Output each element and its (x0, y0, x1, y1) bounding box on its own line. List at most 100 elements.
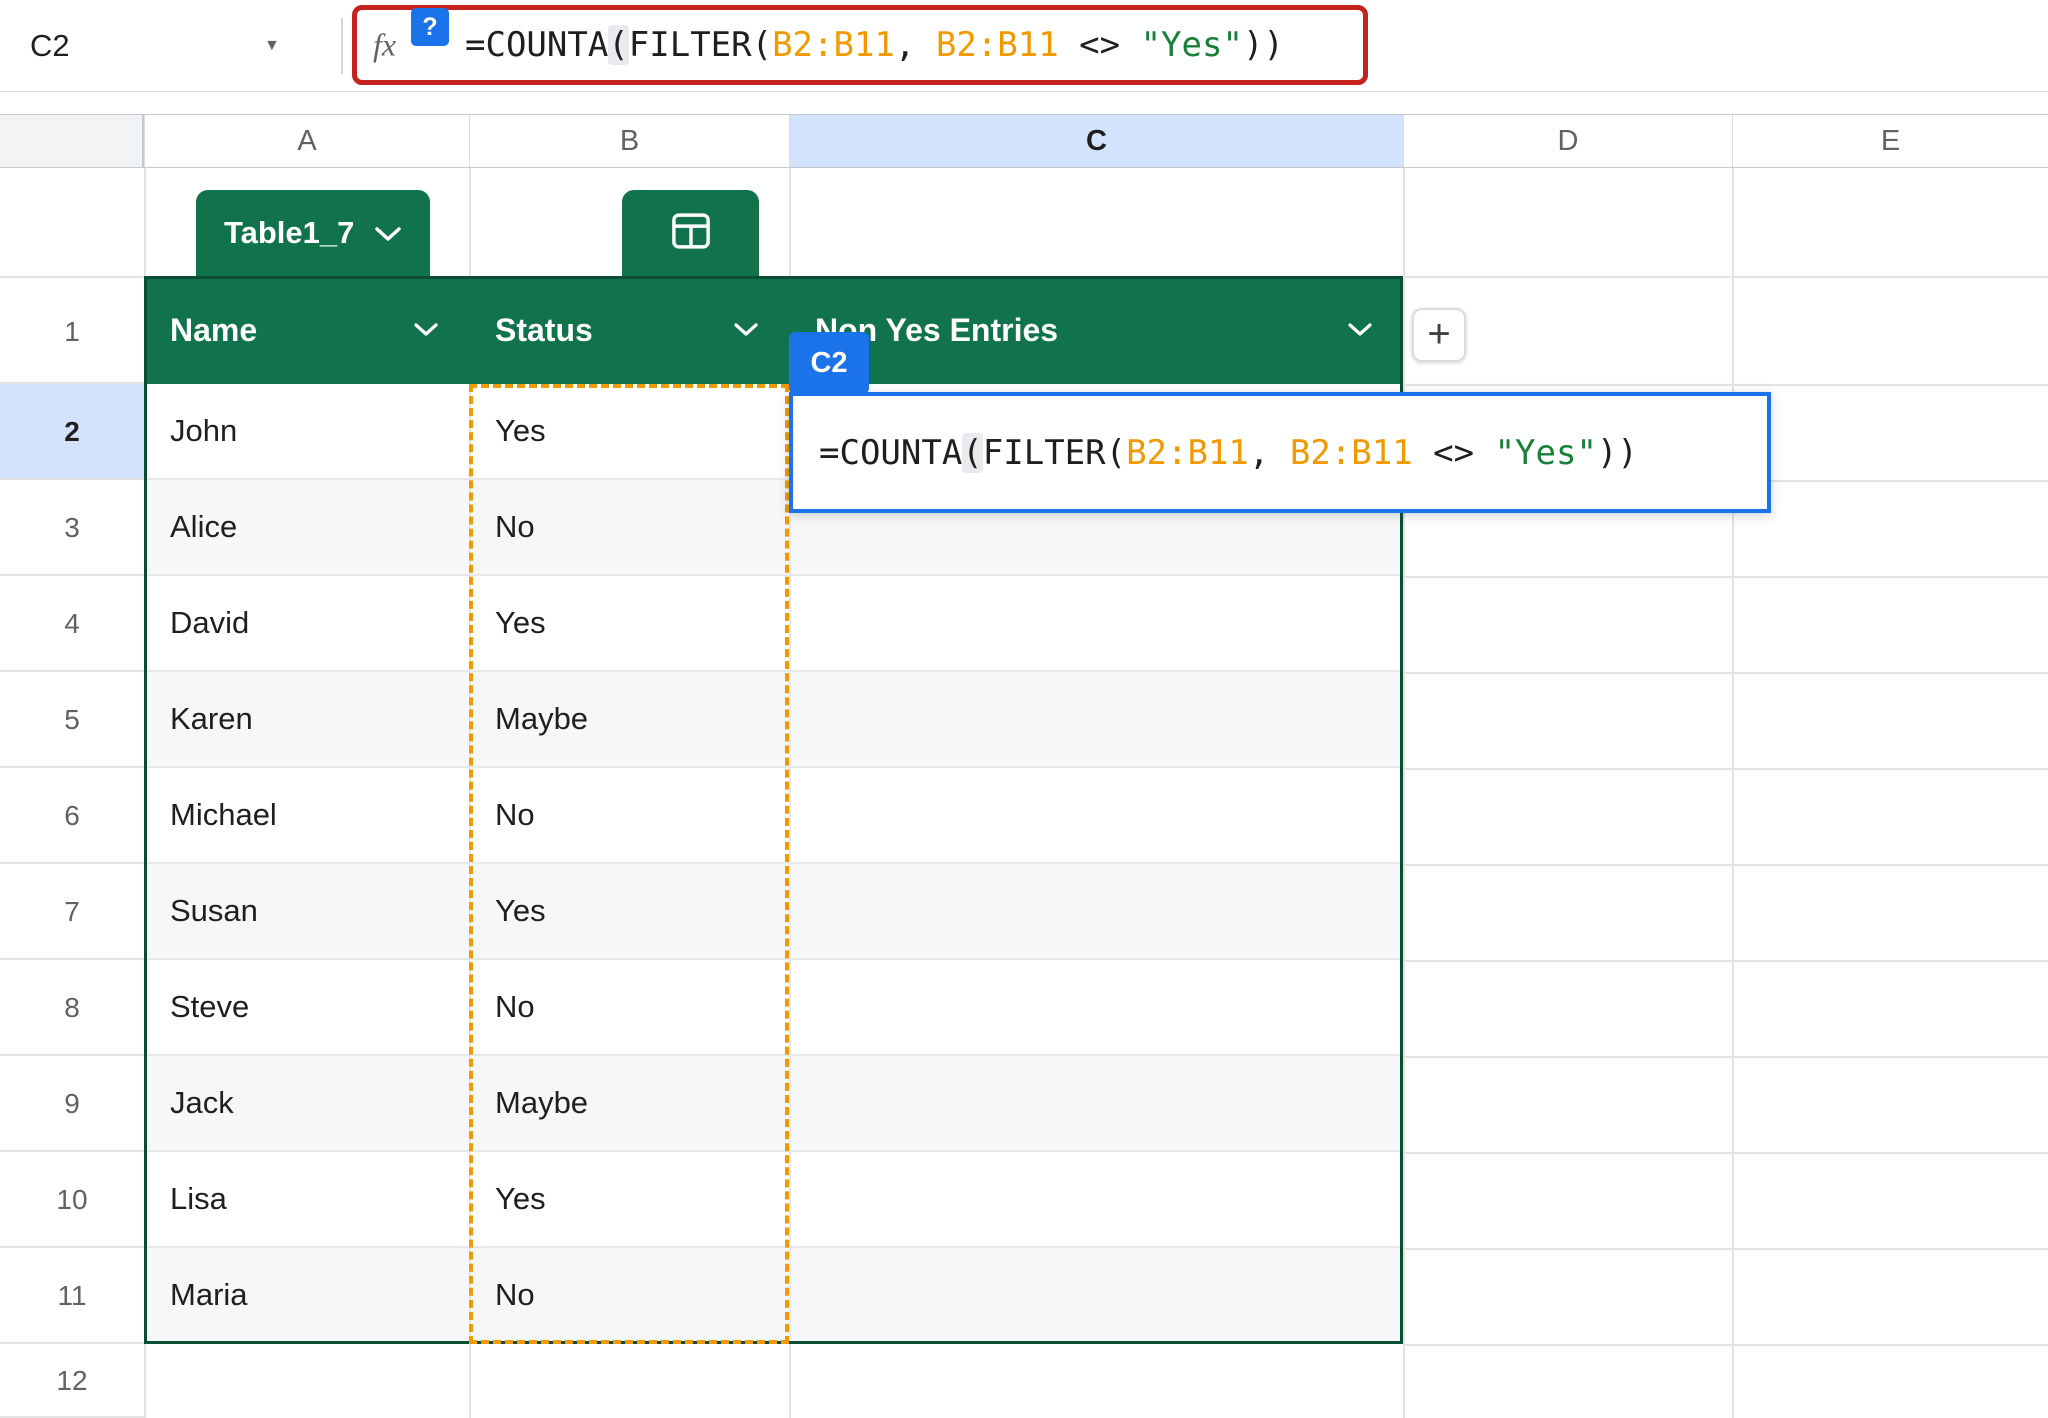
gridline (1403, 1056, 2048, 1058)
formula-token: , (894, 25, 936, 65)
table-row: Steve No (144, 960, 1403, 1056)
row-header-6[interactable]: 6 (0, 768, 144, 864)
gridline (1403, 1248, 2048, 1250)
formula-token: FILTER( (982, 432, 1127, 473)
cell-editor-input[interactable]: =COUNTA(FILTER(B2:B11, B2:B11 <> "Yes")) (819, 432, 1638, 473)
formula-token: B2:B11 (772, 25, 895, 65)
table-icon (669, 209, 713, 258)
column-header-C[interactable]: C (789, 115, 1403, 167)
formula-bar-input[interactable]: =COUNTA(FILTER(B2:B11, B2:B11 <> "Yes")) (465, 25, 1284, 65)
table-row: Karen Maybe (144, 672, 1403, 768)
gridline (1403, 1344, 2048, 1346)
formula-token: )) (1596, 432, 1638, 473)
cell-name[interactable]: Jack (170, 1056, 234, 1150)
column-header-E[interactable]: E (1732, 115, 2048, 167)
chevron-down-icon[interactable] (733, 322, 759, 338)
cell-status[interactable]: No (495, 480, 535, 574)
cell-status[interactable]: Yes (495, 864, 546, 958)
row-header-1[interactable]: 1 (0, 276, 144, 384)
cell-status[interactable]: Maybe (495, 672, 588, 766)
chevron-down-icon (374, 215, 402, 251)
gridline (789, 384, 791, 1344)
cell-status[interactable]: No (495, 768, 535, 862)
cell-status[interactable]: No (495, 1248, 535, 1342)
formula-help-badge[interactable]: ? (411, 8, 449, 46)
gridline (1403, 276, 2048, 278)
row-header-5[interactable]: 5 (0, 672, 144, 768)
gridline (469, 1344, 471, 1418)
cell-name[interactable]: Susan (170, 864, 258, 958)
formula-token: FILTER( (628, 25, 773, 65)
table-row: Michael No (144, 768, 1403, 864)
add-column-button[interactable]: + (1412, 308, 1466, 362)
gridline (1403, 168, 1405, 1418)
formula-token: B2:B11 (1289, 432, 1413, 473)
gridline (1403, 864, 2048, 866)
table-header-status[interactable]: Status (469, 276, 789, 384)
row-header-11[interactable]: 11 (0, 1248, 144, 1344)
name-box[interactable]: C2 (30, 0, 70, 92)
row-header-2[interactable]: 2 (0, 384, 144, 480)
gridline (1403, 960, 2048, 962)
table-row: Lisa Yes (144, 1152, 1403, 1248)
table-header-non-yes-entries[interactable]: Non Yes Entries (789, 276, 1403, 384)
cell-name[interactable]: Michael (170, 768, 277, 862)
formula-token: )) (1242, 25, 1284, 65)
table-name-chip[interactable]: Table1_7 (196, 190, 431, 276)
gridline (144, 1344, 146, 1418)
cell-status[interactable]: Yes (495, 576, 546, 670)
cell-name[interactable]: David (170, 576, 249, 670)
formula-bar: C2 ▼ fx ? =COUNTA(FILTER(B2:B11, B2:B11 … (0, 0, 2048, 92)
table-header-label: Status (495, 311, 593, 348)
column-header-B[interactable]: B (469, 115, 789, 167)
row-header-7[interactable]: 7 (0, 864, 144, 960)
formula-token: ( (608, 25, 629, 65)
table-row: Maria No (144, 1248, 1403, 1344)
cell-name[interactable]: Alice (170, 480, 237, 574)
row-header-8[interactable]: 8 (0, 960, 144, 1056)
table-header-name[interactable]: Name (144, 276, 469, 384)
table-menu-chip[interactable] (622, 190, 759, 276)
gridline (789, 1344, 791, 1418)
formula-token: , (1248, 432, 1290, 473)
formula-highlight-annotation: fx ? =COUNTA(FILTER(B2:B11, B2:B11 <> "Y… (352, 5, 1368, 85)
formula-token: =COUNTA (465, 25, 609, 65)
cell-status[interactable]: No (495, 960, 535, 1054)
formula-token: "Yes" (1494, 432, 1597, 473)
cell-name[interactable]: Maria (170, 1248, 248, 1342)
cell-name[interactable]: Steve (170, 960, 249, 1054)
fx-icon: fx (373, 26, 397, 63)
gridline (1403, 1152, 2048, 1154)
select-all-corner[interactable] (0, 115, 144, 167)
formula-token: ( (962, 432, 983, 473)
chevron-down-icon[interactable] (1347, 322, 1373, 338)
table-row: Jack Maybe (144, 1056, 1403, 1152)
table-row: David Yes (144, 576, 1403, 672)
formula-token: B2:B11 (935, 25, 1059, 65)
chevron-down-icon[interactable] (413, 322, 439, 338)
gridline (1403, 768, 2048, 770)
row-header-9[interactable]: 9 (0, 1056, 144, 1152)
row-header-12[interactable]: 12 (0, 1344, 144, 1418)
gridline (1403, 672, 2048, 674)
cell-status[interactable]: Yes (495, 384, 546, 478)
formula-token: "Yes" (1140, 25, 1243, 65)
cell-name[interactable]: Karen (170, 672, 253, 766)
gridline (789, 168, 791, 276)
table-name: Table1_7 (224, 215, 355, 250)
name-box-dropdown-icon[interactable]: ▼ (264, 0, 280, 92)
row-header-3[interactable]: 3 (0, 480, 144, 576)
cell-name[interactable]: Lisa (170, 1152, 227, 1246)
cell-status[interactable]: Yes (495, 1152, 546, 1246)
cell-name[interactable]: John (170, 384, 237, 478)
column-headers: ABCDE (0, 114, 2048, 168)
column-header-D[interactable]: D (1403, 115, 1732, 167)
row-header-4[interactable]: 4 (0, 576, 144, 672)
formula-bar-divider (341, 18, 343, 74)
cell-editor[interactable]: =COUNTA(FILTER(B2:B11, B2:B11 <> "Yes")) (789, 392, 1771, 513)
formula-token: =COUNTA (819, 432, 963, 473)
row-header-10[interactable]: 10 (0, 1152, 144, 1248)
cell-status[interactable]: Maybe (495, 1056, 588, 1150)
column-header-A[interactable]: A (144, 115, 469, 167)
table-header-label: Name (170, 311, 258, 348)
